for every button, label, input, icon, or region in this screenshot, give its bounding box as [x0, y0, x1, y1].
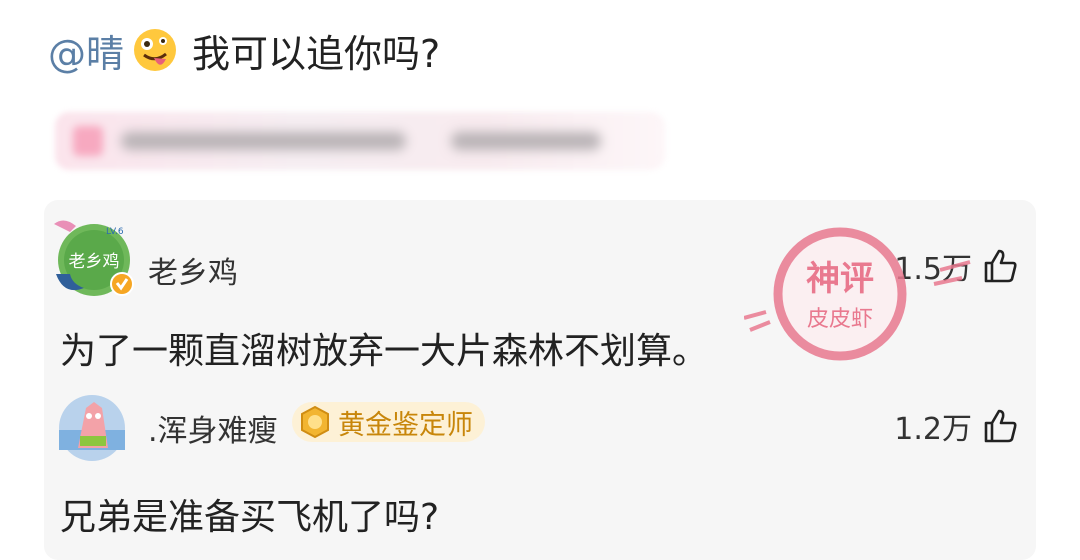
- comment-text: 兄弟是准备买飞机了吗?: [60, 497, 440, 538]
- post-text: 我可以追你吗?: [192, 31, 441, 76]
- comment-text: 为了一颗直溜树放弃一大片森林不划算。: [60, 331, 709, 372]
- thumbs-up-icon: [984, 409, 1017, 443]
- username[interactable]: .浑身难瘦: [148, 406, 278, 450]
- gold-appraiser-icon: [301, 405, 329, 439]
- thumbs-up-icon: [984, 249, 1017, 283]
- post-content: @晴 我可以追你吗?: [48, 20, 440, 80]
- partial-avatar-icon: [50, 0, 110, 6]
- god-comments-panel: 老乡鸡 LV.6 老乡鸡 1.5万 为了一颗直溜树放弃一大片森林不划算。 .浑身…: [44, 200, 1036, 560]
- avatar[interactable]: [58, 394, 126, 462]
- mention-link[interactable]: @晴: [48, 23, 124, 78]
- username[interactable]: 老乡鸡: [148, 248, 238, 292]
- blurred-icon: [73, 126, 103, 156]
- zany-face-emoji-icon: [134, 29, 177, 71]
- blurred-info-bar: [55, 112, 665, 170]
- status-badge[interactable]: 黄金鉴定师: [292, 402, 485, 442]
- blurred-text: [451, 132, 601, 150]
- blurred-text: [121, 132, 406, 150]
- avatar[interactable]: 老乡鸡 LV.6: [50, 214, 134, 298]
- stamp-line2: 皮皮虾: [807, 307, 873, 332]
- like-button[interactable]: 1.2万: [894, 404, 1018, 448]
- avatar-level: LV.6: [106, 227, 124, 237]
- god-comment-stamp: 神评 皮皮虾: [744, 227, 971, 361]
- stamp-line1: 神评: [806, 259, 874, 299]
- avatar-text: 老乡鸡: [69, 252, 120, 272]
- like-count: 1.2万: [894, 412, 972, 447]
- badge-label: 黄金鉴定师: [338, 409, 473, 441]
